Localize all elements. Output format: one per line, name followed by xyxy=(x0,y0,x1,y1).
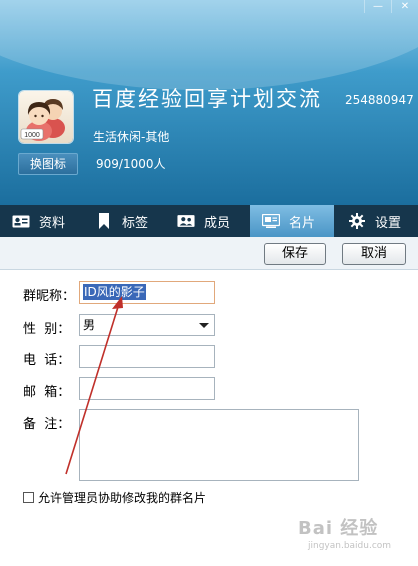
baidu-watermark-url: jingyan.baidu.com xyxy=(308,541,392,551)
annotation-arrow xyxy=(65,296,123,475)
baidu-watermark: Bai 经验 xyxy=(298,518,379,539)
